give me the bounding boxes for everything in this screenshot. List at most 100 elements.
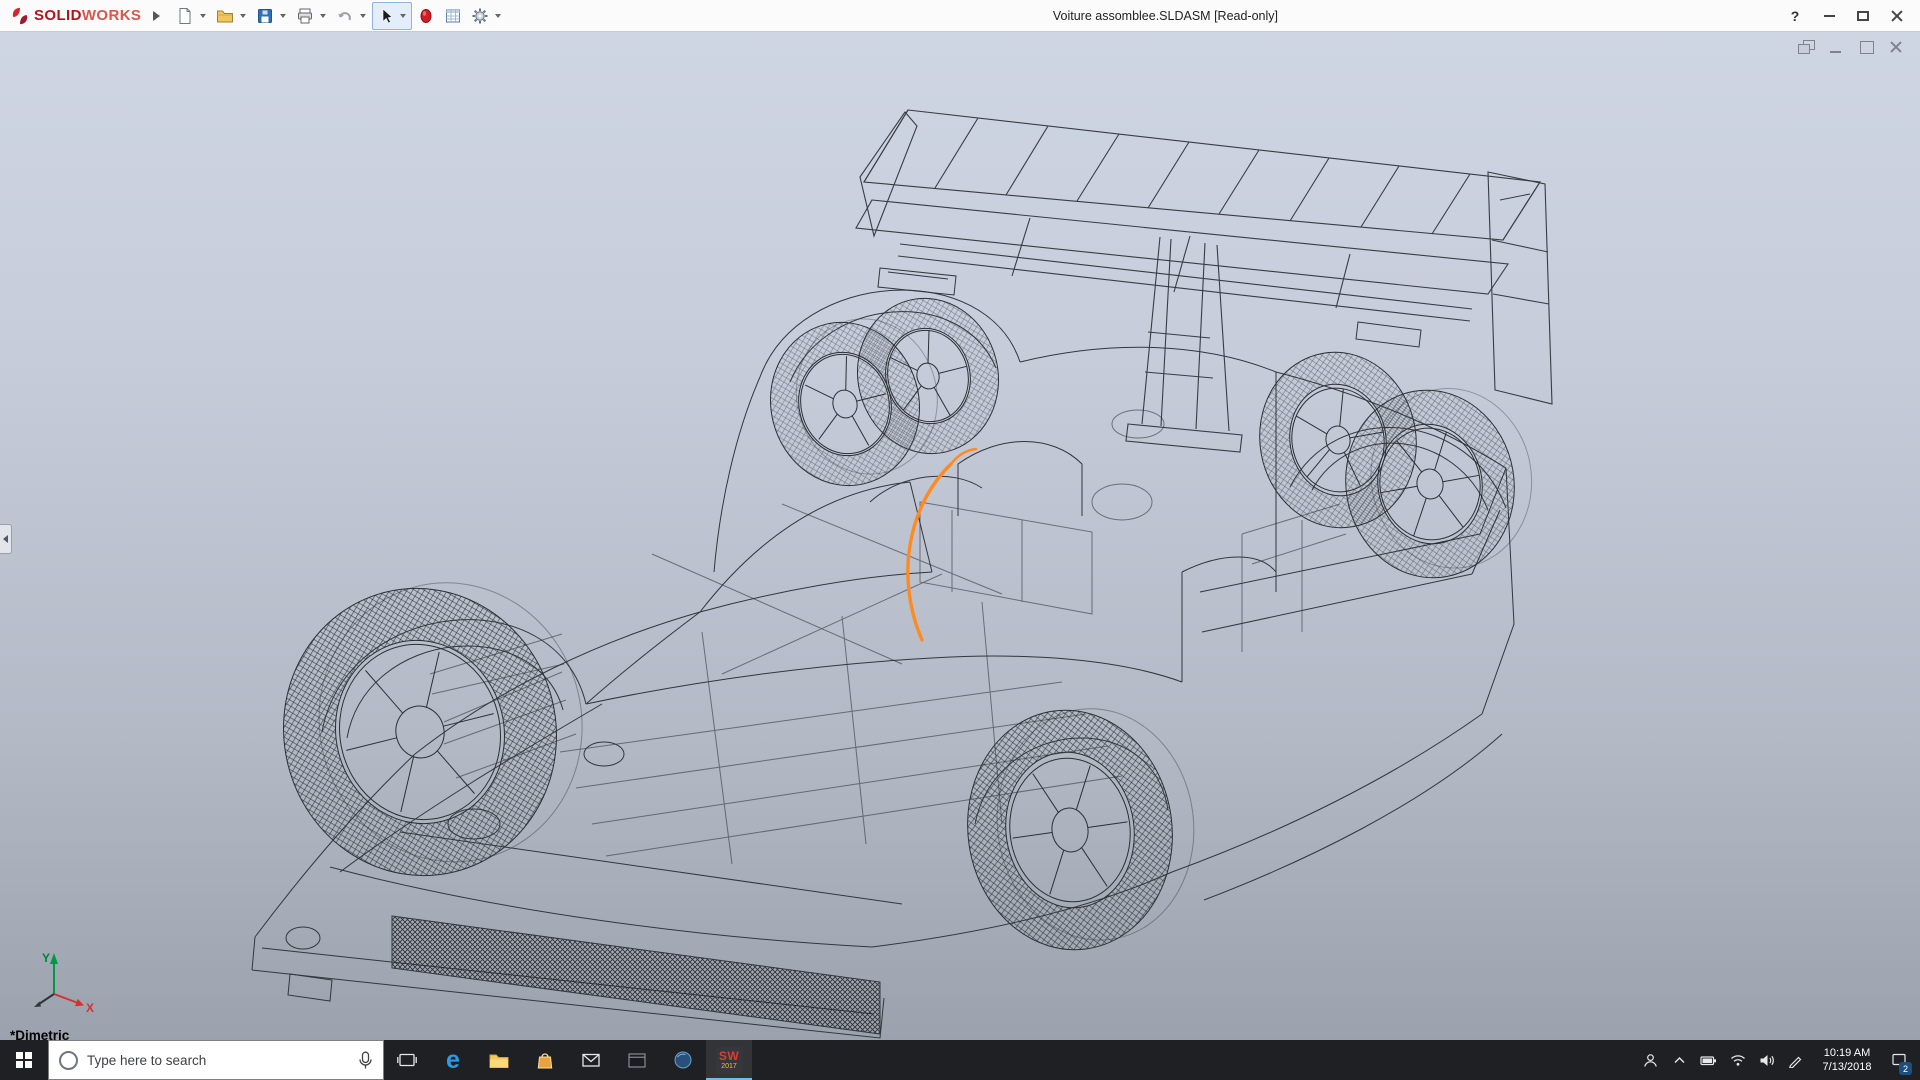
select-cursor-icon xyxy=(377,7,395,25)
wheel-rear-right-inner[interactable] xyxy=(1246,340,1430,540)
undo-dropdown-caret[interactable] xyxy=(360,14,366,18)
open-button[interactable] xyxy=(212,3,238,29)
menu-expand-arrow[interactable] xyxy=(153,11,160,21)
quick-toolbar xyxy=(172,2,506,30)
featuremanager-collapsed-tab[interactable] xyxy=(0,524,12,554)
options-dropdown-caret[interactable] xyxy=(495,14,501,18)
open-dropdown-caret[interactable] xyxy=(240,14,246,18)
document-maximize-button[interactable] xyxy=(1856,39,1876,56)
store-app-button[interactable] xyxy=(522,1040,568,1080)
solidworks-app-button[interactable]: SW 2017 xyxy=(706,1040,752,1080)
wheel-front-right-outer[interactable] xyxy=(753,302,955,502)
highlighted-edge[interactable] xyxy=(908,449,976,640)
document-window-controls xyxy=(1796,39,1906,56)
wheel-front-left[interactable] xyxy=(253,553,613,905)
view-orientation-label: *Dimetric xyxy=(10,1028,69,1040)
maximize-button[interactable] xyxy=(1848,4,1878,28)
microphone-icon[interactable] xyxy=(358,1051,373,1070)
file-explorer-button[interactable] xyxy=(476,1040,522,1080)
wheel-front-right-inner[interactable] xyxy=(841,283,1015,468)
solidworks-app-icon: SW 2017 xyxy=(716,1047,743,1074)
close-button[interactable] xyxy=(1882,4,1912,28)
select-dropdown-caret[interactable] xyxy=(400,14,406,18)
document-cascade-button[interactable] xyxy=(1796,39,1816,56)
select-cursor-button[interactable] xyxy=(373,3,399,29)
table-icon xyxy=(444,7,462,25)
battery-button[interactable] xyxy=(1694,1040,1723,1080)
pen-button[interactable] xyxy=(1781,1040,1810,1080)
minimize-icon xyxy=(1824,15,1835,17)
battery-icon xyxy=(1700,1053,1717,1068)
mail-app-button[interactable] xyxy=(568,1040,614,1080)
clock-time: 10:19 AM xyxy=(1824,1046,1870,1060)
document-close-button[interactable] xyxy=(1886,39,1906,56)
taskbar: e xyxy=(0,1040,1920,1080)
title-bar: SOLIDWORKS xyxy=(0,0,1920,32)
graphics-area[interactable]: Y X *Dimetric xyxy=(0,32,1920,1040)
taskbar-clock[interactable]: 10:19 AM 7/13/2018 xyxy=(1810,1046,1884,1074)
hidden-icons-button[interactable] xyxy=(1665,1040,1694,1080)
print-dropdown-caret[interactable] xyxy=(320,14,326,18)
appearance-button[interactable] xyxy=(413,3,439,29)
print-icon xyxy=(296,7,314,25)
windows-logo-icon xyxy=(16,1052,32,1068)
save-dropdown-caret[interactable] xyxy=(280,14,286,18)
wireframe-model[interactable] xyxy=(0,32,1920,1040)
blue-sphere-icon xyxy=(673,1050,693,1070)
console-window-icon xyxy=(627,1052,647,1069)
close-icon xyxy=(1890,9,1904,23)
new-document-button[interactable] xyxy=(172,3,198,29)
console-app-button[interactable] xyxy=(614,1040,660,1080)
people-button[interactable] xyxy=(1636,1040,1665,1080)
wifi-icon xyxy=(1730,1053,1746,1067)
document-title: Voiture assomblee.SLDASM [Read-only] xyxy=(1053,9,1278,23)
task-view-icon xyxy=(397,1051,417,1069)
brand-text-solid: SOLID xyxy=(34,7,82,24)
axis-y-label: Y xyxy=(42,951,50,965)
edge-icon: e xyxy=(446,1048,460,1073)
clock-date: 7/13/2018 xyxy=(1823,1060,1872,1074)
solidworks-year: 2017 xyxy=(721,1063,737,1070)
open-icon xyxy=(216,7,234,25)
undo-button[interactable] xyxy=(332,3,358,29)
brand-text-works: WORKS xyxy=(82,7,142,24)
document-minimize-button[interactable] xyxy=(1826,39,1846,56)
window-controls: ? xyxy=(1780,4,1920,28)
axis-x-label: X xyxy=(86,1001,94,1014)
pen-icon xyxy=(1788,1053,1803,1068)
help-button[interactable]: ? xyxy=(1780,4,1810,28)
appearance-icon xyxy=(417,7,435,25)
cortana-icon xyxy=(59,1051,78,1070)
taskbar-apps: e xyxy=(384,1040,752,1080)
table-button[interactable] xyxy=(440,3,466,29)
taskbar-search[interactable] xyxy=(48,1040,384,1080)
undo-icon xyxy=(336,7,354,25)
start-button[interactable] xyxy=(0,1040,48,1080)
file-explorer-icon xyxy=(489,1052,509,1069)
network-button[interactable] xyxy=(1723,1040,1752,1080)
solidworks-glyph: SW xyxy=(719,1050,739,1062)
new-document-dropdown-caret[interactable] xyxy=(200,14,206,18)
search-input[interactable] xyxy=(87,1053,349,1068)
options-button[interactable] xyxy=(467,3,493,29)
speaker-icon xyxy=(1759,1053,1775,1068)
orientation-triad: Y X xyxy=(14,948,100,1014)
volume-button[interactable] xyxy=(1752,1040,1781,1080)
edge-app-button[interactable]: e xyxy=(430,1040,476,1080)
maximize-icon xyxy=(1857,11,1869,21)
new-document-icon xyxy=(176,7,194,25)
print-button[interactable] xyxy=(292,3,318,29)
wheel-rear-left[interactable] xyxy=(952,694,1209,963)
solidworks-logo: SOLIDWORKS xyxy=(0,6,145,26)
blue-app-button[interactable] xyxy=(660,1040,706,1080)
minimize-button[interactable] xyxy=(1814,4,1844,28)
system-tray: 10:19 AM 7/13/2018 2 xyxy=(1636,1040,1920,1080)
people-icon xyxy=(1643,1053,1658,1068)
task-view-button[interactable] xyxy=(384,1040,430,1080)
store-bag-icon xyxy=(536,1051,554,1070)
ds-logo-icon xyxy=(10,6,30,26)
save-button[interactable] xyxy=(252,3,278,29)
notification-badge: 2 xyxy=(1899,1062,1912,1075)
mail-icon xyxy=(581,1052,601,1068)
action-center-button[interactable]: 2 xyxy=(1884,1040,1913,1080)
